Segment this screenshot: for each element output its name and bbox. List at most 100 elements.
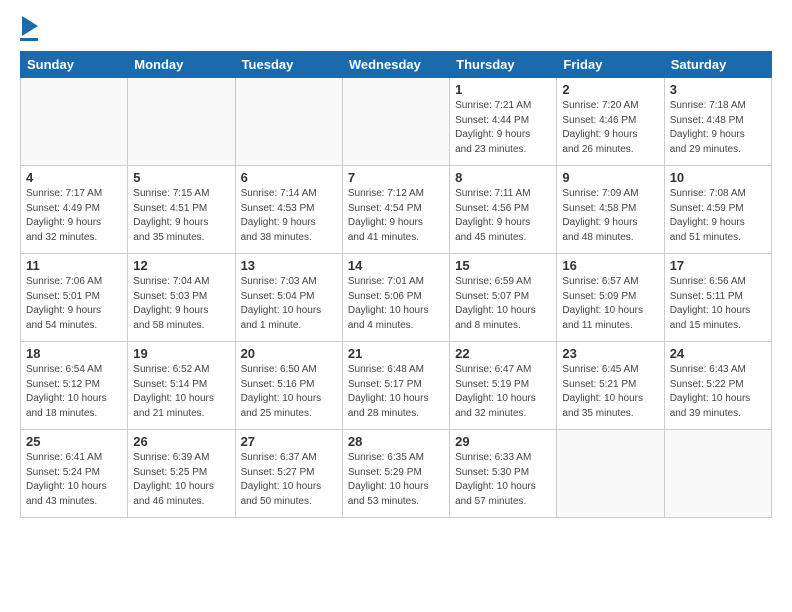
calendar-cell: 16 Sunrise: 6:57 AMSunset: 5:09 PMDayligh… (557, 254, 664, 342)
day-info: Sunrise: 6:56 AMSunset: 5:11 PMDaylight:… (670, 275, 766, 333)
day-number: 16 (562, 258, 658, 273)
calendar-cell (664, 430, 771, 518)
day-info: Sunrise: 7:15 AMSunset: 4:51 PMDaylight:… (133, 187, 229, 245)
calendar-cell: 7 Sunrise: 7:12 AMSunset: 4:54 PMDaylight… (342, 166, 449, 254)
week-row-4: 18 Sunrise: 6:54 AMSunset: 5:12 PMDayligh… (21, 342, 772, 430)
calendar-cell: 19 Sunrise: 6:52 AMSunset: 5:14 PMDayligh… (128, 342, 235, 430)
day-number: 15 (455, 258, 551, 273)
calendar-cell (21, 78, 128, 166)
calendar-cell: 14 Sunrise: 7:01 AMSunset: 5:06 PMDayligh… (342, 254, 449, 342)
day-number: 18 (26, 346, 122, 361)
day-number: 11 (26, 258, 122, 273)
day-number: 4 (26, 170, 122, 185)
day-number: 5 (133, 170, 229, 185)
day-number: 29 (455, 434, 551, 449)
calendar-cell: 5 Sunrise: 7:15 AMSunset: 4:51 PMDaylight… (128, 166, 235, 254)
day-info: Sunrise: 7:12 AMSunset: 4:54 PMDaylight:… (348, 187, 444, 245)
day-number: 7 (348, 170, 444, 185)
day-info: Sunrise: 7:18 AMSunset: 4:48 PMDaylight:… (670, 99, 766, 157)
day-number: 6 (241, 170, 337, 185)
day-info: Sunrise: 7:14 AMSunset: 4:53 PMDaylight:… (241, 187, 337, 245)
day-number: 23 (562, 346, 658, 361)
day-info: Sunrise: 7:20 AMSunset: 4:46 PMDaylight:… (562, 99, 658, 157)
calendar-cell: 23 Sunrise: 6:45 AMSunset: 5:21 PMDayligh… (557, 342, 664, 430)
calendar-cell: 10Sunrise: 7:08 AMSunset: 4:59 PMDayligh… (664, 166, 771, 254)
day-number: 8 (455, 170, 551, 185)
calendar-cell: 6 Sunrise: 7:14 AMSunset: 4:53 PMDaylight… (235, 166, 342, 254)
weekday-header-sunday: Sunday (21, 52, 128, 78)
day-info: Sunrise: 7:06 AMSunset: 5:01 PMDaylight:… (26, 275, 122, 333)
logo-arrow-icon (22, 16, 38, 36)
page: SundayMondayTuesdayWednesdayThursdayFrid… (0, 0, 792, 528)
day-info: Sunrise: 6:54 AMSunset: 5:12 PMDaylight:… (26, 363, 122, 421)
calendar-cell: 28 Sunrise: 6:35 AMSunset: 5:29 PMDayligh… (342, 430, 449, 518)
calendar-cell: 12 Sunrise: 7:04 AMSunset: 5:03 PMDayligh… (128, 254, 235, 342)
calendar-cell: 25Sunrise: 6:41 AMSunset: 5:24 PMDayligh… (21, 430, 128, 518)
day-number: 1 (455, 82, 551, 97)
day-info: Sunrise: 6:52 AMSunset: 5:14 PMDaylight:… (133, 363, 229, 421)
day-number: 14 (348, 258, 444, 273)
weekday-header-tuesday: Tuesday (235, 52, 342, 78)
day-info: Sunrise: 6:47 AMSunset: 5:19 PMDaylight:… (455, 363, 551, 421)
day-info: Sunrise: 6:45 AMSunset: 5:21 PMDaylight:… (562, 363, 658, 421)
week-row-2: 4 Sunrise: 7:17 AMSunset: 4:49 PMDaylight… (21, 166, 772, 254)
weekday-header-row: SundayMondayTuesdayWednesdayThursdayFrid… (21, 52, 772, 78)
calendar-cell: 9 Sunrise: 7:09 AMSunset: 4:58 PMDaylight… (557, 166, 664, 254)
day-info: Sunrise: 6:43 AMSunset: 5:22 PMDaylight:… (670, 363, 766, 421)
day-number: 2 (562, 82, 658, 97)
calendar-cell: 18 Sunrise: 6:54 AMSunset: 5:12 PMDayligh… (21, 342, 128, 430)
calendar-cell: 21 Sunrise: 6:48 AMSunset: 5:17 PMDayligh… (342, 342, 449, 430)
day-number: 28 (348, 434, 444, 449)
calendar-cell (557, 430, 664, 518)
calendar-cell: 11 Sunrise: 7:06 AMSunset: 5:01 PMDayligh… (21, 254, 128, 342)
calendar-cell: 22 Sunrise: 6:47 AMSunset: 5:19 PMDayligh… (450, 342, 557, 430)
logo (20, 16, 38, 41)
week-row-1: 1Sunrise: 7:21 AMSunset: 4:44 PMDaylight… (21, 78, 772, 166)
weekday-header-friday: Friday (557, 52, 664, 78)
day-number: 21 (348, 346, 444, 361)
day-info: Sunrise: 6:39 AMSunset: 5:25 PMDaylight:… (133, 451, 229, 509)
day-info: Sunrise: 6:57 AMSunset: 5:09 PMDaylight:… (562, 275, 658, 333)
day-number: 12 (133, 258, 229, 273)
calendar-cell: 13 Sunrise: 7:03 AMSunset: 5:04 PMDayligh… (235, 254, 342, 342)
day-number: 22 (455, 346, 551, 361)
day-number: 17 (670, 258, 766, 273)
day-number: 20 (241, 346, 337, 361)
calendar-cell: 20Sunrise: 6:50 AMSunset: 5:16 PMDayligh… (235, 342, 342, 430)
weekday-header-thursday: Thursday (450, 52, 557, 78)
weekday-header-saturday: Saturday (664, 52, 771, 78)
day-info: Sunrise: 7:09 AMSunset: 4:58 PMDaylight:… (562, 187, 658, 245)
day-info: Sunrise: 6:35 AMSunset: 5:29 PMDaylight:… (348, 451, 444, 509)
day-info: Sunrise: 6:33 AMSunset: 5:30 PMDaylight:… (455, 451, 551, 509)
day-info: Sunrise: 7:17 AMSunset: 4:49 PMDaylight:… (26, 187, 122, 245)
header (20, 16, 772, 41)
day-number: 10 (670, 170, 766, 185)
calendar-cell: 29 Sunrise: 6:33 AMSunset: 5:30 PMDayligh… (450, 430, 557, 518)
calendar-cell (342, 78, 449, 166)
day-info: Sunrise: 7:03 AMSunset: 5:04 PMDaylight:… (241, 275, 337, 333)
day-number: 27 (241, 434, 337, 449)
weekday-header-wednesday: Wednesday (342, 52, 449, 78)
calendar-cell: 27 Sunrise: 6:37 AMSunset: 5:27 PMDayligh… (235, 430, 342, 518)
calendar-cell: 1Sunrise: 7:21 AMSunset: 4:44 PMDaylight… (450, 78, 557, 166)
calendar-cell (235, 78, 342, 166)
day-number: 3 (670, 82, 766, 97)
day-number: 24 (670, 346, 766, 361)
calendar: SundayMondayTuesdayWednesdayThursdayFrid… (20, 51, 772, 518)
calendar-cell: 2 Sunrise: 7:20 AMSunset: 4:46 PMDaylight… (557, 78, 664, 166)
calendar-cell: 15 Sunrise: 6:59 AMSunset: 5:07 PMDayligh… (450, 254, 557, 342)
day-number: 9 (562, 170, 658, 185)
calendar-cell: 8 Sunrise: 7:11 AMSunset: 4:56 PMDaylight… (450, 166, 557, 254)
week-row-5: 25Sunrise: 6:41 AMSunset: 5:24 PMDayligh… (21, 430, 772, 518)
calendar-cell (128, 78, 235, 166)
week-row-3: 11 Sunrise: 7:06 AMSunset: 5:01 PMDayligh… (21, 254, 772, 342)
day-info: Sunrise: 6:59 AMSunset: 5:07 PMDaylight:… (455, 275, 551, 333)
day-info: Sunrise: 7:11 AMSunset: 4:56 PMDaylight:… (455, 187, 551, 245)
day-number: 19 (133, 346, 229, 361)
day-info: Sunrise: 7:04 AMSunset: 5:03 PMDaylight:… (133, 275, 229, 333)
day-info: Sunrise: 7:01 AMSunset: 5:06 PMDaylight:… (348, 275, 444, 333)
day-number: 13 (241, 258, 337, 273)
day-info: Sunrise: 6:48 AMSunset: 5:17 PMDaylight:… (348, 363, 444, 421)
calendar-cell: 17 Sunrise: 6:56 AMSunset: 5:11 PMDayligh… (664, 254, 771, 342)
day-info: Sunrise: 6:37 AMSunset: 5:27 PMDaylight:… (241, 451, 337, 509)
